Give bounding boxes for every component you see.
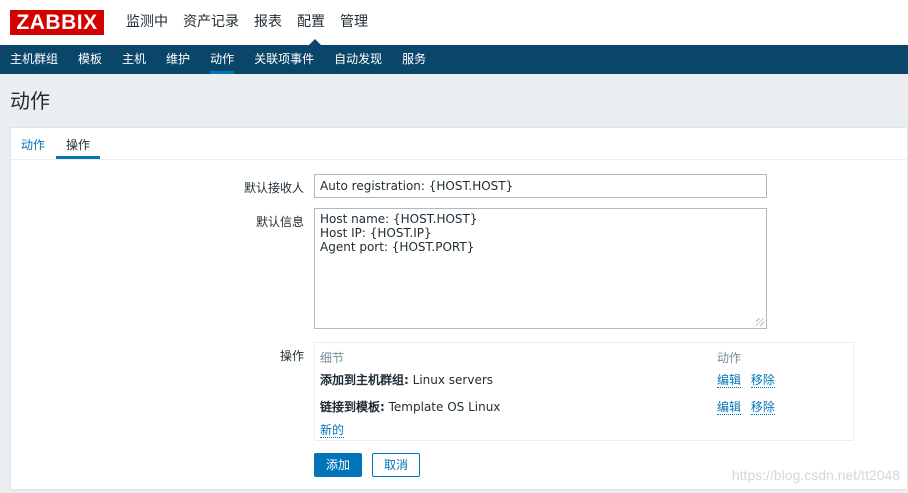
top-nav-administration[interactable]: 管理 <box>338 0 377 45</box>
tab-bar: 动作 操作 <box>11 128 908 160</box>
top-nav: 监测中 资产记录 报表 配置 管理 <box>124 0 381 45</box>
sub-nav-services[interactable]: 服务 <box>392 45 436 74</box>
add-button[interactable]: 添加 <box>314 453 362 477</box>
row-actions: 编辑 移除 <box>717 371 781 388</box>
message-line: Host IP: {HOST.IP} <box>320 226 432 240</box>
cancel-button[interactable]: 取消 <box>372 453 420 477</box>
sub-nav-actions[interactable]: 动作 <box>200 45 244 74</box>
watermark: https://blog.csdn.net/tt2048 <box>731 467 900 483</box>
new-operation: 新的 <box>320 421 345 438</box>
top-bar: ZABBIX 监测中 资产记录 报表 配置 管理 <box>0 0 908 45</box>
row-actions: 编辑 移除 <box>717 398 781 415</box>
active-tab-indicator <box>56 156 100 159</box>
op-type: 添加到主机群组: <box>320 373 409 387</box>
sub-nav-discovery[interactable]: 自动发现 <box>324 45 392 74</box>
operations-table: 细节 动作 添加到主机群组: Linux servers 编辑 移除 链接到模板… <box>314 342 854 441</box>
new-operation-link[interactable]: 新的 <box>320 423 345 438</box>
top-nav-monitoring[interactable]: 监测中 <box>124 0 177 45</box>
remove-link[interactable]: 移除 <box>750 400 775 415</box>
message-line: Host name: {HOST.HOST} <box>320 212 478 226</box>
zabbix-logo[interactable]: ZABBIX <box>10 10 104 35</box>
header-details: 细节 <box>320 351 345 365</box>
edit-link[interactable]: 编辑 <box>717 400 742 415</box>
default-message-label: 默认信息 <box>255 215 304 229</box>
top-nav-reports[interactable]: 报表 <box>252 0 291 45</box>
op-value: Template OS Linux <box>384 400 501 414</box>
edit-link[interactable]: 编辑 <box>717 373 742 388</box>
sub-nav-hosts[interactable]: 主机 <box>112 45 156 74</box>
top-nav-inventory[interactable]: 资产记录 <box>181 0 248 45</box>
page-title: 动作 <box>10 89 50 113</box>
op-value: Linux servers <box>408 373 494 387</box>
sub-nav-host-groups[interactable]: 主机群组 <box>0 45 68 74</box>
remove-link[interactable]: 移除 <box>750 373 775 388</box>
default-recipient-input[interactable]: Auto registration: {HOST.HOST} <box>314 174 767 198</box>
message-line: Agent port: {HOST.PORT} <box>320 240 475 254</box>
sub-nav-maintenance[interactable]: 维护 <box>156 45 200 74</box>
default-message-textarea[interactable]: Host name: {HOST.HOST} Host IP: {HOST.IP… <box>314 208 767 329</box>
default-recipient-label: 默认接收人 <box>243 181 304 195</box>
op-type: 链接到模板: <box>320 400 385 414</box>
tab-operations[interactable]: 操作 <box>66 136 90 153</box>
sub-nav: 主机群组 模板 主机 维护 动作 关联项事件 自动发现 服务 <box>0 45 908 74</box>
tab-action[interactable]: 动作 <box>21 136 45 153</box>
top-nav-configuration[interactable]: 配置 <box>295 0 334 45</box>
table-row: 链接到模板: Template OS Linux <box>320 398 500 415</box>
form-panel: 动作 操作 默认接收人 Auto registration: {HOST.HOS… <box>10 127 908 490</box>
sub-nav-templates[interactable]: 模板 <box>68 45 112 74</box>
header-actions: 动作 <box>717 351 742 365</box>
sub-nav-correlation[interactable]: 关联项事件 <box>244 45 324 74</box>
operations-label: 操作 <box>279 349 304 363</box>
table-row: 添加到主机群组: Linux servers <box>320 371 493 388</box>
resize-grip-icon[interactable] <box>756 318 764 326</box>
